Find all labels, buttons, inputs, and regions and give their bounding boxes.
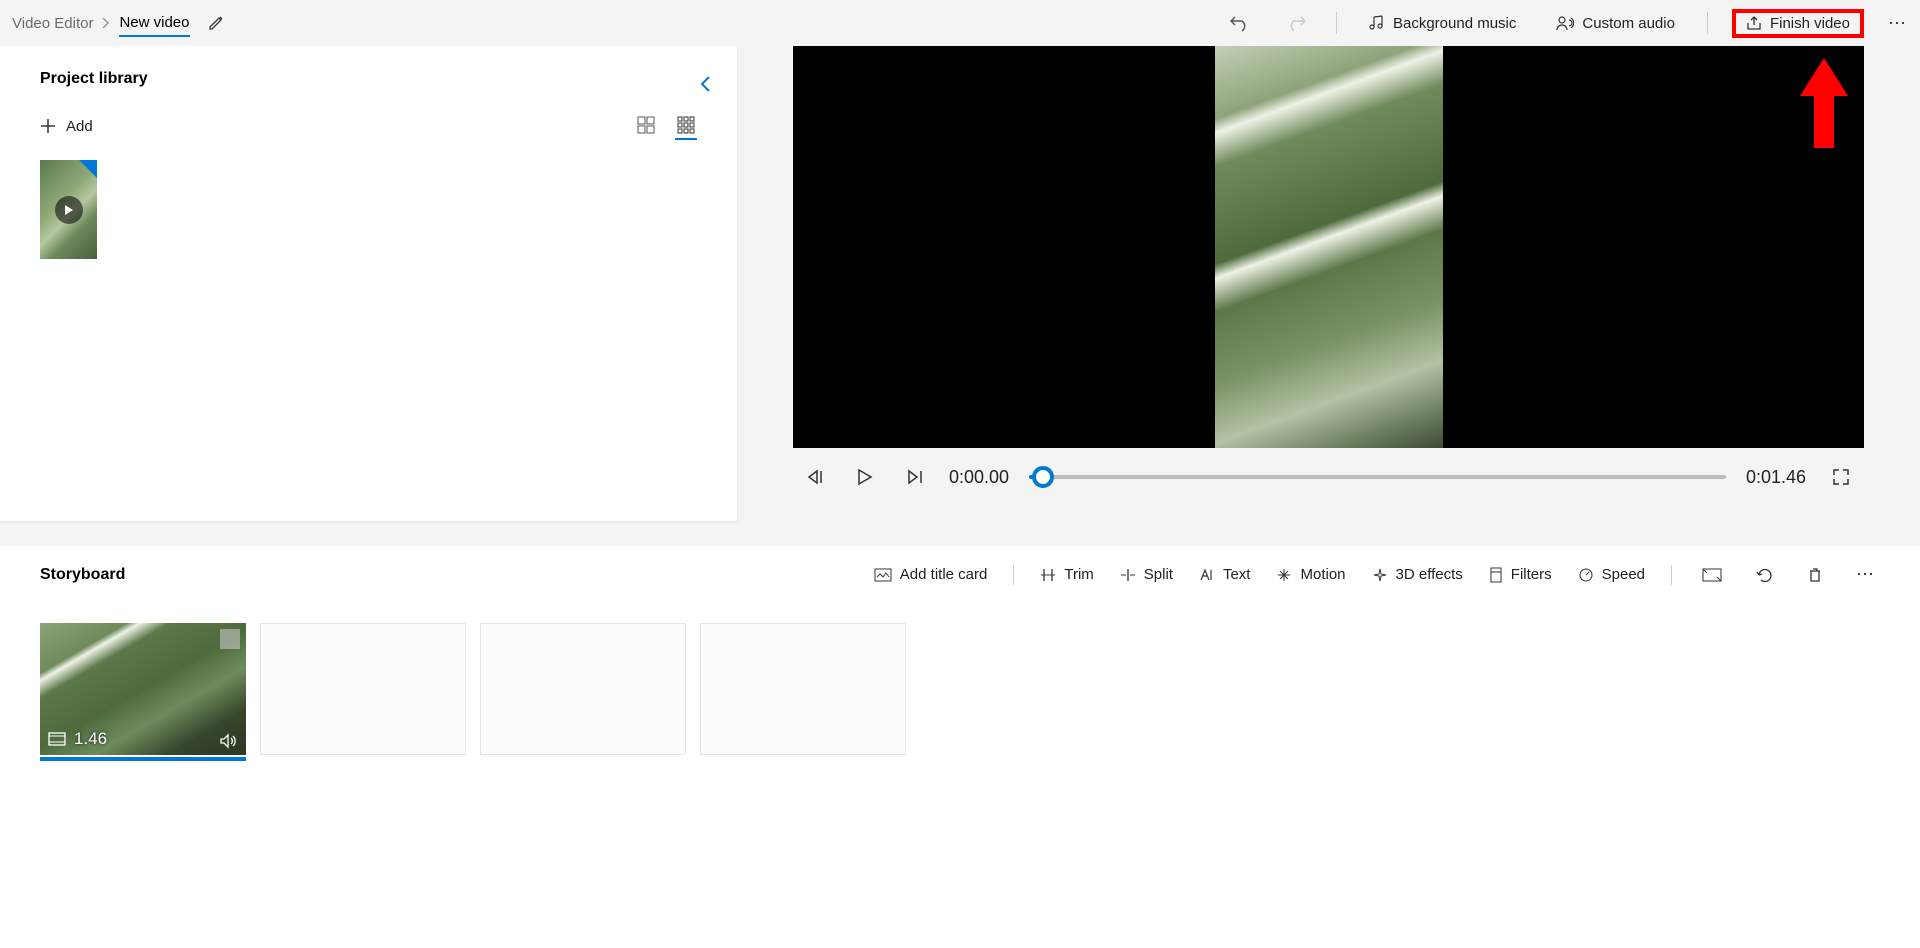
storyboard-clips: 1.46 — [40, 623, 1880, 755]
storyboard-empty-slot[interactable] — [700, 623, 906, 755]
plus-icon — [40, 118, 56, 134]
video-corner-badge-icon — [79, 160, 97, 178]
video-preview-frame[interactable] — [793, 46, 1864, 448]
export-icon — [1746, 15, 1762, 31]
custom-audio-label: Custom audio — [1582, 15, 1675, 32]
storyboard-panel: Storyboard Add title card Trim Split Tex… — [0, 546, 1920, 948]
rotate-icon[interactable] — [1752, 562, 1778, 588]
preview-panel: 0:00.00 0:01.46 — [793, 46, 1920, 546]
finish-video-button[interactable]: Finish video — [1732, 9, 1864, 38]
redo-icon — [1280, 8, 1312, 38]
motion-icon — [1276, 567, 1292, 583]
seek-thumb[interactable] — [1032, 466, 1054, 488]
trim-label: Trim — [1064, 566, 1093, 583]
text-button[interactable]: Text — [1199, 566, 1251, 583]
prev-frame-icon[interactable] — [801, 463, 831, 491]
storyboard-empty-slot[interactable] — [260, 623, 466, 755]
title-card-icon — [874, 568, 892, 582]
add-title-card-button[interactable]: Add title card — [874, 566, 988, 583]
storyboard-empty-slot[interactable] — [480, 623, 686, 755]
collapse-panel-icon[interactable] — [699, 74, 713, 94]
delete-icon[interactable] — [1804, 563, 1826, 587]
divider — [1336, 12, 1337, 34]
main-area: Project library Add — [0, 46, 1920, 546]
project-library-panel: Project library Add — [0, 46, 737, 521]
player-controls: 0:00.00 0:01.46 — [793, 448, 1864, 492]
fullscreen-icon[interactable] — [1826, 462, 1856, 492]
finish-video-label: Finish video — [1770, 15, 1850, 32]
more-icon[interactable]: ⋯ — [1888, 13, 1908, 34]
motion-label: Motion — [1300, 566, 1345, 583]
divider — [1013, 565, 1014, 585]
speed-icon — [1578, 567, 1594, 583]
person-audio-icon — [1556, 15, 1574, 31]
library-clip-thumbnail[interactable] — [40, 160, 97, 259]
add-title-card-label: Add title card — [900, 566, 988, 583]
clip-duration: 1.46 — [74, 729, 107, 749]
filters-button[interactable]: Filters — [1489, 566, 1552, 583]
aspect-ratio-icon[interactable] — [1698, 564, 1726, 586]
filters-icon — [1489, 567, 1503, 583]
split-label: Split — [1144, 566, 1173, 583]
top-actions: Background music Custom audio Finish vid… — [1224, 8, 1908, 38]
add-media-label: Add — [66, 118, 93, 135]
breadcrumb: Video Editor New video — [12, 10, 190, 37]
next-frame-icon[interactable] — [899, 463, 929, 491]
3d-effects-label: 3D effects — [1396, 566, 1463, 583]
undo-icon[interactable] — [1224, 8, 1256, 38]
clip-type-icon — [48, 732, 66, 746]
background-music-button[interactable]: Background music — [1361, 11, 1524, 36]
filters-label: Filters — [1511, 566, 1552, 583]
video-preview-image — [1215, 46, 1443, 448]
top-toolbar: Video Editor New video Background music … — [0, 0, 1920, 46]
background-music-label: Background music — [1393, 15, 1516, 32]
current-time: 0:00.00 — [949, 467, 1009, 488]
sparkle-icon — [1372, 567, 1388, 583]
view-large-grid-icon[interactable] — [635, 112, 657, 140]
trim-icon — [1040, 568, 1056, 582]
storyboard-header: Storyboard Add title card Trim Split Tex… — [40, 560, 1880, 589]
breadcrumb-root[interactable]: Video Editor — [12, 15, 93, 32]
edit-name-icon[interactable] — [208, 15, 224, 31]
clip-selection-indicator — [40, 757, 246, 761]
custom-audio-button[interactable]: Custom audio — [1548, 11, 1683, 36]
storyboard-clip[interactable]: 1.46 — [40, 623, 246, 755]
chevron-right-icon — [101, 18, 111, 28]
split-button[interactable]: Split — [1120, 566, 1173, 583]
speed-button[interactable]: Speed — [1578, 566, 1645, 583]
text-label: Text — [1223, 566, 1251, 583]
trim-button[interactable]: Trim — [1040, 566, 1093, 583]
divider — [1707, 12, 1708, 34]
breadcrumb-current[interactable]: New video — [119, 14, 189, 37]
text-icon — [1199, 568, 1215, 582]
play-overlay-icon — [55, 196, 83, 224]
speed-label: Speed — [1602, 566, 1645, 583]
3d-effects-button[interactable]: 3D effects — [1372, 566, 1463, 583]
library-thumbnails — [40, 160, 697, 259]
divider — [1671, 565, 1672, 585]
play-icon[interactable] — [851, 462, 879, 492]
clip-audio-icon[interactable] — [220, 733, 238, 749]
seek-slider[interactable] — [1029, 475, 1726, 479]
annotation-arrow-icon — [1800, 58, 1848, 148]
motion-button[interactable]: Motion — [1276, 566, 1345, 583]
storyboard-title: Storyboard — [40, 566, 125, 584]
project-library-title: Project library — [40, 70, 697, 88]
storyboard-actions: Add title card Trim Split Text Motion — [874, 560, 1880, 589]
split-icon — [1120, 568, 1136, 582]
add-media-button[interactable]: Add — [40, 118, 93, 135]
more-storyboard-icon[interactable]: ⋯ — [1852, 560, 1880, 589]
clip-resize-icon[interactable] — [220, 629, 240, 649]
view-small-grid-icon[interactable] — [675, 112, 697, 140]
view-toggle-group — [635, 112, 697, 140]
total-time: 0:01.46 — [1746, 467, 1806, 488]
music-icon — [1369, 15, 1385, 31]
